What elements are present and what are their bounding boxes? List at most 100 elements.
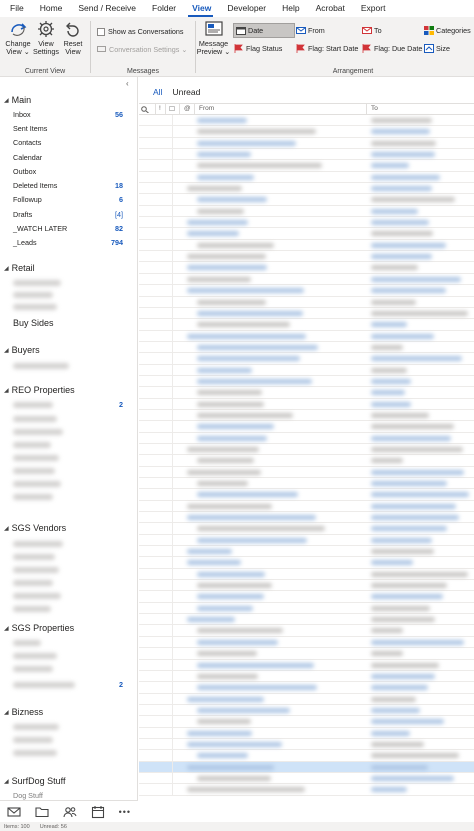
folder-watch-later[interactable]: _WATCH LATER 82 xyxy=(13,224,123,233)
blurred-folder[interactable] xyxy=(13,724,59,730)
arrange-by-from[interactable]: From xyxy=(296,26,325,35)
message-row[interactable] xyxy=(139,262,474,274)
blurred-folder[interactable] xyxy=(13,455,59,461)
message-row[interactable] xyxy=(139,466,474,478)
menu-home[interactable]: Home xyxy=(30,2,69,17)
menu-file[interactable]: File xyxy=(0,2,30,17)
blurred-folder[interactable] xyxy=(13,666,53,672)
attachment-column[interactable]: @ xyxy=(184,105,191,112)
message-row[interactable] xyxy=(139,239,474,252)
message-row[interactable] xyxy=(139,443,474,456)
message-row[interactable] xyxy=(139,432,474,444)
blurred-folder[interactable] xyxy=(13,416,57,422)
menu-export[interactable]: Export xyxy=(351,2,392,17)
reset-view-button[interactable]: Reset View xyxy=(60,20,86,56)
arrange-by-flag-status[interactable]: Flag Status xyxy=(234,44,282,53)
sgs-properties-folder-with-count[interactable]: 2 xyxy=(13,680,123,689)
section-reo-properties[interactable]: ◢ REO Properties xyxy=(4,385,75,395)
message-row[interactable] xyxy=(139,648,474,660)
message-row[interactable] xyxy=(139,659,474,671)
message-row[interactable] xyxy=(139,364,474,376)
message-row[interactable] xyxy=(139,546,474,558)
calendar-icon[interactable] xyxy=(91,805,105,819)
message-row[interactable] xyxy=(139,489,474,501)
show-as-conversations-checkbox[interactable]: Show as Conversations xyxy=(97,27,184,36)
tab-all[interactable]: All xyxy=(153,87,162,97)
message-row[interactable] xyxy=(139,171,474,184)
folder-leads[interactable]: _Leads 794 xyxy=(13,238,123,247)
blurred-folder[interactable] xyxy=(13,580,53,586)
message-row[interactable] xyxy=(139,409,474,422)
message-row[interactable] xyxy=(139,636,474,649)
people-icon[interactable] xyxy=(63,805,77,819)
message-row[interactable] xyxy=(139,137,474,150)
arrange-by-categories[interactable]: Categories xyxy=(424,26,471,35)
message-row[interactable] xyxy=(139,228,474,240)
message-row[interactable] xyxy=(139,682,474,694)
blurred-folder[interactable] xyxy=(13,280,61,286)
blurred-folder[interactable] xyxy=(13,481,61,487)
blurred-folder[interactable] xyxy=(13,541,63,547)
message-row[interactable] xyxy=(139,307,474,320)
blurred-folder[interactable] xyxy=(13,567,59,573)
to-column-header[interactable]: To xyxy=(371,105,378,112)
folder-contacts[interactable]: Contacts xyxy=(13,138,123,147)
reo-folder-with-count[interactable]: 2 xyxy=(13,400,123,409)
blurred-folder[interactable] xyxy=(13,606,51,612)
message-row[interactable] xyxy=(139,523,474,535)
arrange-by-flag-start-date[interactable]: Flag: Start Date xyxy=(296,44,358,53)
menu-send-receive[interactable]: Send / Receive xyxy=(68,2,142,17)
mail-icon[interactable] xyxy=(7,805,21,819)
menu-folder[interactable]: Folder xyxy=(142,2,182,17)
from-column-header[interactable]: From xyxy=(199,105,214,112)
message-row[interactable] xyxy=(139,387,474,399)
blurred-folder[interactable] xyxy=(13,593,61,599)
tab-unread[interactable]: Unread xyxy=(172,87,200,97)
message-row[interactable] xyxy=(139,625,474,637)
message-row[interactable] xyxy=(139,761,474,773)
blurred-folder[interactable] xyxy=(13,737,53,743)
menu-view[interactable]: View xyxy=(182,2,217,17)
message-row[interactable] xyxy=(139,670,474,683)
message-row[interactable] xyxy=(139,375,474,388)
folder-calendar[interactable]: Calendar xyxy=(13,153,123,162)
menu-help[interactable]: Help xyxy=(272,2,305,17)
blurred-folder[interactable] xyxy=(13,363,69,369)
message-row[interactable] xyxy=(139,421,474,433)
section-sgs-vendors[interactable]: ◢ SGS Vendors xyxy=(4,523,66,533)
arrange-by-size[interactable]: Size xyxy=(424,44,450,53)
blurred-folder[interactable] xyxy=(13,304,57,310)
message-row[interactable] xyxy=(139,716,474,728)
section-retail[interactable]: ◢ Retail xyxy=(4,263,35,273)
message-row[interactable] xyxy=(139,126,474,138)
blurred-folder[interactable] xyxy=(13,429,63,435)
section-surfdog-stuff[interactable]: ◢ SurfDog Stuff xyxy=(4,776,66,786)
folder-outbox[interactable]: Outbox xyxy=(13,167,123,176)
folder-inbox[interactable]: Inbox 56 xyxy=(13,110,123,119)
message-row[interactable] xyxy=(139,580,474,592)
blurred-folder[interactable] xyxy=(13,653,57,659)
blurred-folder[interactable] xyxy=(13,442,51,448)
message-row[interactable] xyxy=(139,296,474,308)
arrange-by-to[interactable]: To xyxy=(362,26,382,35)
icon-column[interactable]: ☐ xyxy=(169,105,175,113)
message-row[interactable] xyxy=(139,160,474,172)
message-row[interactable] xyxy=(139,149,474,161)
message-row[interactable] xyxy=(139,217,474,229)
message-row[interactable] xyxy=(139,341,474,354)
message-row[interactable] xyxy=(139,353,474,365)
message-row[interactable] xyxy=(139,330,474,342)
folder-followup[interactable]: Followup 6 xyxy=(13,195,123,204)
message-row[interactable] xyxy=(139,738,474,751)
importance-column[interactable]: ! xyxy=(159,105,161,112)
arrange-by-date[interactable]: Date xyxy=(233,23,295,38)
message-row[interactable] xyxy=(139,285,474,297)
message-row[interactable] xyxy=(139,614,474,626)
message-row[interactable] xyxy=(139,772,474,785)
message-row[interactable] xyxy=(139,727,474,739)
blurred-folder[interactable] xyxy=(13,292,53,298)
folder-deleted-items[interactable]: Deleted Items 18 xyxy=(13,181,123,190)
message-row[interactable] xyxy=(139,319,474,331)
folder-buy-sides[interactable]: Buy Sides xyxy=(13,318,54,328)
message-row[interactable] xyxy=(139,784,474,796)
